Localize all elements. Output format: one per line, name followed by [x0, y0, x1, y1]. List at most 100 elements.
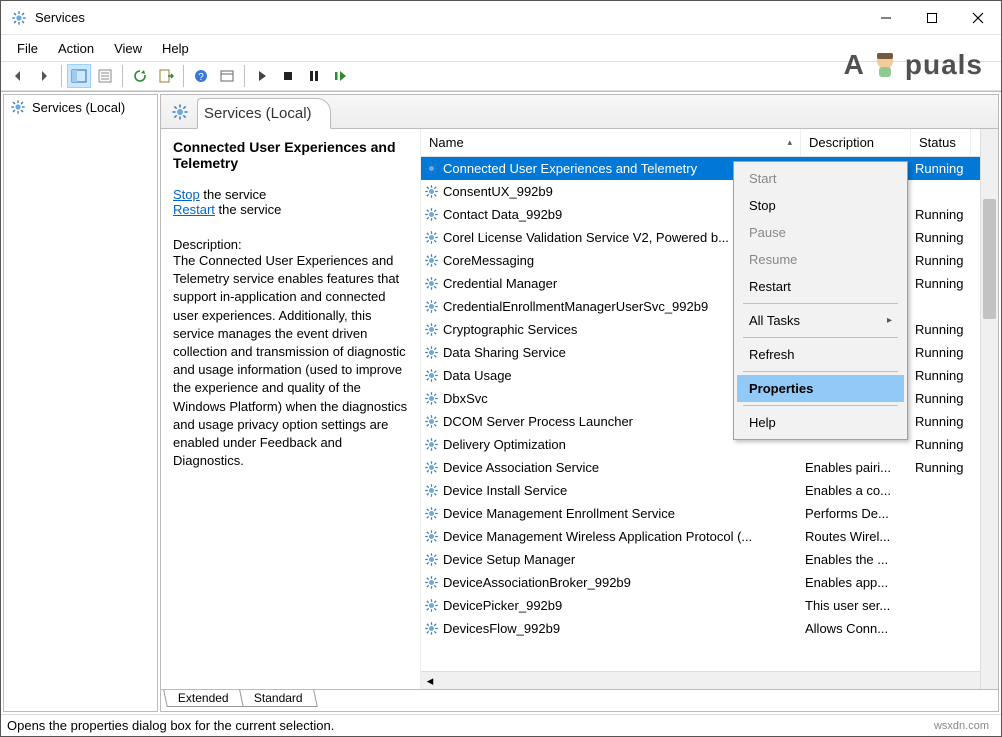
ctx-refresh[interactable]: Refresh	[737, 341, 904, 368]
menubar: File Action View Help	[1, 37, 1001, 59]
service-row[interactable]: DevicePicker_992b9This user ser...	[421, 594, 998, 617]
menu-action[interactable]: Action	[48, 39, 104, 58]
column-status[interactable]: Status	[911, 129, 971, 156]
toolbar: ?	[1, 61, 1001, 91]
gear-icon	[421, 253, 441, 268]
ctx-properties[interactable]: Properties	[737, 375, 904, 402]
service-row[interactable]: Data UsageRunning	[421, 364, 998, 387]
horizontal-scrollbar[interactable]: ◂ ▸	[421, 671, 998, 689]
service-row[interactable]: Data Sharing ServiceRunning	[421, 341, 998, 364]
ctx-all-tasks[interactable]: All Tasks▸	[737, 307, 904, 334]
pause-service-button[interactable]	[302, 64, 326, 88]
nav-back-button[interactable]	[6, 64, 30, 88]
service-description: Allows Conn...	[801, 621, 911, 636]
service-row[interactable]: Device Management Enrollment ServicePerf…	[421, 502, 998, 525]
stop-link-suffix: the service	[200, 187, 266, 202]
stop-service-button[interactable]	[276, 64, 300, 88]
service-row[interactable]: Cryptographic ServicesRunning	[421, 318, 998, 341]
menu-view[interactable]: View	[104, 39, 152, 58]
column-description[interactable]: Description	[801, 129, 911, 156]
service-row[interactable]: Credential ManagerRunning	[421, 272, 998, 295]
help-toolbar-button[interactable]: ?	[189, 64, 213, 88]
start-service-button[interactable]	[250, 64, 274, 88]
service-row[interactable]: Corel License Validation Service V2, Pow…	[421, 226, 998, 249]
service-description: Routes Wirel...	[801, 529, 911, 544]
service-row[interactable]: ConsentUX_992b9	[421, 180, 998, 203]
service-row[interactable]: CredentialEnrollmentManagerUserSvc_992b9	[421, 295, 998, 318]
maximize-button[interactable]	[909, 1, 955, 35]
vertical-scrollbar[interactable]	[980, 129, 998, 689]
service-name: DevicePicker_992b9	[441, 598, 801, 613]
export-list-button[interactable]	[154, 64, 178, 88]
detail-pane: Connected User Experiences and Telemetry…	[161, 129, 421, 689]
tab-extended[interactable]: Extended	[163, 690, 243, 707]
service-row[interactable]: Contact Data_992b9Running	[421, 203, 998, 226]
gear-icon	[421, 207, 441, 222]
service-row[interactable]: Device Management Wireless Application P…	[421, 525, 998, 548]
gear-icon	[421, 529, 441, 544]
nav-forward-button[interactable]	[32, 64, 56, 88]
ctx-restart[interactable]: Restart	[737, 273, 904, 300]
service-status: Running	[911, 460, 971, 475]
column-name[interactable]: Name ▴	[421, 129, 801, 156]
view-mode-button[interactable]	[215, 64, 239, 88]
service-status: Running	[911, 322, 971, 337]
ctx-help[interactable]: Help	[737, 409, 904, 436]
gear-icon	[10, 99, 26, 115]
gear-icon	[421, 299, 441, 314]
service-row[interactable]: Device Setup ManagerEnables the ...	[421, 548, 998, 571]
service-row[interactable]: DCOM Server Process LauncherRunning	[421, 410, 998, 433]
titlebar: Services	[1, 1, 1001, 35]
service-rows: Connected User Experiences and Telemetry…	[421, 157, 998, 671]
gear-icon	[421, 414, 441, 429]
description-text: The Connected User Experiences and Telem…	[173, 252, 408, 470]
service-row[interactable]: DevicesFlow_992b9Allows Conn...	[421, 617, 998, 640]
statusbar: Opens the properties dialog box for the …	[1, 714, 1001, 736]
restart-link[interactable]: Restart	[173, 202, 215, 217]
service-row[interactable]: Connected User Experiences and Telemetry…	[421, 157, 998, 180]
service-row[interactable]: DbxSvcRunning	[421, 387, 998, 410]
restart-link-suffix: the service	[215, 202, 281, 217]
service-row[interactable]: Delivery OptimizationRunning	[421, 433, 998, 456]
tab-standard[interactable]: Standard	[239, 690, 317, 707]
service-row[interactable]: DeviceAssociationBroker_992b9Enables app…	[421, 571, 998, 594]
service-row[interactable]: CoreMessagingRunning	[421, 249, 998, 272]
scroll-thumb[interactable]	[983, 199, 996, 319]
tree-item-label: Services (Local)	[32, 100, 125, 115]
gear-icon	[421, 368, 441, 383]
ctx-stop[interactable]: Stop	[737, 192, 904, 219]
gear-icon	[421, 621, 441, 636]
scroll-left-icon[interactable]: ◂	[421, 672, 439, 690]
show-hide-tree-button[interactable]	[67, 64, 91, 88]
gear-icon	[171, 103, 189, 121]
close-button[interactable]	[955, 1, 1001, 35]
selected-service-title: Connected User Experiences and Telemetry	[173, 139, 408, 171]
gear-icon	[421, 230, 441, 245]
service-row[interactable]: Device Install ServiceEnables a co...	[421, 479, 998, 502]
description-label: Description:	[173, 237, 408, 252]
minimize-button[interactable]	[863, 1, 909, 35]
restart-service-button[interactable]	[328, 64, 352, 88]
gear-icon	[421, 552, 441, 567]
tree-item-services-local[interactable]: Services (Local)	[4, 95, 157, 119]
gear-icon	[421, 598, 441, 613]
service-description: Enables pairi...	[801, 460, 911, 475]
properties-toolbar-button[interactable]	[93, 64, 117, 88]
stop-link[interactable]: Stop	[173, 187, 200, 202]
refresh-button[interactable]	[128, 64, 152, 88]
service-description: Enables app...	[801, 575, 911, 590]
gear-icon	[421, 437, 441, 452]
service-status: Running	[911, 207, 971, 222]
tree-pane: Services (Local)	[3, 94, 158, 712]
svg-text:?: ?	[198, 72, 204, 83]
service-status: Running	[911, 345, 971, 360]
service-name: Device Setup Manager	[441, 552, 801, 567]
service-status: Running	[911, 414, 971, 429]
menu-help[interactable]: Help	[152, 39, 199, 58]
chevron-right-icon: ▸	[887, 315, 892, 326]
service-name: DevicesFlow_992b9	[441, 621, 801, 636]
menu-file[interactable]: File	[7, 39, 48, 58]
app-gear-icon	[11, 10, 27, 26]
column-name-label: Name	[429, 135, 464, 150]
service-row[interactable]: Device Association ServiceEnables pairi.…	[421, 456, 998, 479]
